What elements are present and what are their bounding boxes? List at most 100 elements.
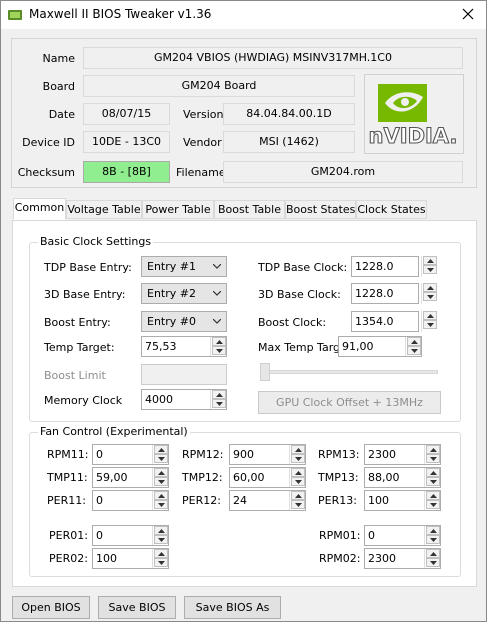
tmp13-input[interactable]: 88,00 — [364, 467, 441, 488]
tab-clock-states[interactable]: Clock States — [356, 200, 427, 219]
slider-track — [262, 370, 438, 374]
spin-up-icon — [427, 314, 434, 318]
per11-input[interactable]: 0 — [92, 490, 169, 511]
boost-clock-label: Boost Clock: — [258, 316, 327, 329]
tmp13-value: 88,00 — [368, 471, 400, 484]
per02-input[interactable]: 100 — [92, 548, 169, 569]
temp-target-label: Temp Target: — [44, 341, 115, 354]
tdp-base-clock-spinner[interactable] — [421, 256, 437, 277]
memory-clock-value: 4000 — [145, 393, 173, 406]
tab-boost-states[interactable]: Boost States — [285, 200, 356, 219]
per12-label: PER12: — [182, 494, 221, 507]
tmp13-spinner[interactable] — [424, 468, 440, 487]
per13-spinner[interactable] — [424, 491, 440, 510]
tmp11-spinner[interactable] — [152, 468, 168, 487]
version-label: Version — [183, 108, 224, 121]
spin-up-icon — [430, 529, 437, 533]
tab-power-table[interactable]: Power Table — [142, 200, 214, 219]
tdp-base-entry-select[interactable]: Entry #1 — [141, 256, 227, 277]
spin-down-icon — [430, 480, 437, 484]
tab-common[interactable]: Common — [13, 198, 66, 220]
rpm02-label: RPM02: — [319, 552, 361, 565]
basic-clock-title: Basic Clock Settings — [38, 235, 154, 248]
save-bios-button[interactable]: Save BIOS — [98, 596, 176, 619]
spin-up-icon — [295, 494, 302, 498]
spin-up-icon — [430, 448, 437, 452]
spin-up-icon — [295, 448, 302, 452]
rpm11-input[interactable]: 0 — [92, 444, 169, 465]
chevron-down-icon — [213, 319, 221, 324]
per11-label: PER11: — [47, 494, 86, 507]
boost-entry-select[interactable]: Entry #0 — [141, 311, 227, 332]
rpm12-input[interactable]: 900 — [229, 444, 306, 465]
per11-spinner[interactable] — [152, 491, 168, 510]
spin-up-icon — [158, 448, 165, 452]
name-field: GM204 VBIOS (HWDIAG) MSINV317MH.1C0 — [83, 47, 463, 69]
rpm12-spinner[interactable] — [289, 445, 305, 464]
tmp11-input[interactable]: 59,00 — [92, 467, 169, 488]
3d-base-clock-input[interactable]: 1228.0 — [351, 283, 419, 304]
checksum-field: 8B - [8B] — [83, 161, 170, 183]
temp-target-spinner[interactable] — [210, 337, 226, 356]
spin-down-icon — [430, 503, 437, 507]
3d-base-clock-spinner[interactable] — [421, 283, 437, 304]
boost-limit-label: Boost Limit — [44, 369, 106, 382]
per13-value: 100 — [368, 494, 389, 507]
per02-spinner[interactable] — [152, 549, 168, 568]
save-bios-as-button[interactable]: Save BIOS As — [184, 596, 281, 619]
chevron-down-icon — [213, 291, 221, 296]
chevron-down-icon — [213, 264, 221, 269]
per12-value: 24 — [233, 494, 247, 507]
per12-input[interactable]: 24 — [229, 490, 306, 511]
memory-clock-input[interactable]: 4000 — [141, 389, 227, 410]
spin-up-icon — [427, 286, 434, 290]
rpm13-input[interactable]: 2300 — [364, 444, 441, 465]
max-temp-target-value: 91,00 — [342, 340, 374, 353]
rpm01-input[interactable]: 0 — [364, 525, 441, 546]
spin-down-icon — [158, 503, 165, 507]
tmp11-label: TMP11: — [47, 471, 88, 484]
per13-input[interactable]: 100 — [364, 490, 441, 511]
version-field: 84.04.84.00.1D — [223, 103, 355, 125]
tdp-base-clock-label: TDP Base Clock: — [258, 261, 348, 274]
rpm02-input[interactable]: 2300 — [364, 548, 441, 569]
rpm01-spinner[interactable] — [424, 526, 440, 545]
per01-input[interactable]: 0 — [92, 525, 169, 546]
temp-target-input[interactable]: 75,53 — [141, 336, 227, 357]
rpm13-spinner[interactable] — [424, 445, 440, 464]
tab-voltage-table[interactable]: Voltage Table — [66, 200, 142, 219]
memory-clock-spinner[interactable] — [210, 390, 226, 409]
spin-down-icon — [427, 295, 434, 299]
tdp-base-clock-input[interactable]: 1228.0 — [351, 256, 419, 277]
spin-up-icon — [158, 529, 165, 533]
spin-up-icon — [216, 393, 223, 397]
nvidia-logo: nVIDIA. — [364, 74, 464, 154]
rpm01-label: RPM01: — [319, 529, 361, 542]
rpm01-value: 0 — [368, 529, 375, 542]
spin-up-icon — [295, 471, 302, 475]
boost-clock-spinner[interactable] — [421, 311, 437, 332]
max-temp-target-spinner[interactable] — [405, 337, 421, 356]
spin-up-icon — [427, 259, 434, 263]
open-bios-button[interactable]: Open BIOS — [12, 596, 90, 619]
close-button[interactable] — [458, 4, 478, 24]
per01-spinner[interactable] — [152, 526, 168, 545]
tmp12-spinner[interactable] — [289, 468, 305, 487]
spin-down-icon — [430, 538, 437, 542]
max-temp-target-input[interactable]: 91,00 — [338, 336, 422, 357]
rpm02-spinner[interactable] — [424, 549, 440, 568]
3d-base-entry-select[interactable]: Entry #2 — [141, 283, 227, 304]
spin-down-icon — [411, 349, 418, 353]
spin-down-icon — [216, 402, 223, 406]
rpm11-spinner[interactable] — [152, 445, 168, 464]
spin-up-icon — [158, 471, 165, 475]
3d-base-entry-value: Entry #2 — [147, 287, 196, 300]
spin-up-icon — [430, 471, 437, 475]
3d-base-clock-value: 1228.0 — [355, 287, 394, 300]
tmp12-input[interactable]: 60,00 — [229, 467, 306, 488]
rpm11-value: 0 — [96, 448, 103, 461]
window-title: Maxwell II BIOS Tweaker v1.36 — [29, 7, 212, 21]
per12-spinner[interactable] — [289, 491, 305, 510]
tab-boost-table[interactable]: Boost Table — [214, 200, 285, 219]
boost-clock-input[interactable]: 1354.0 — [351, 311, 419, 332]
